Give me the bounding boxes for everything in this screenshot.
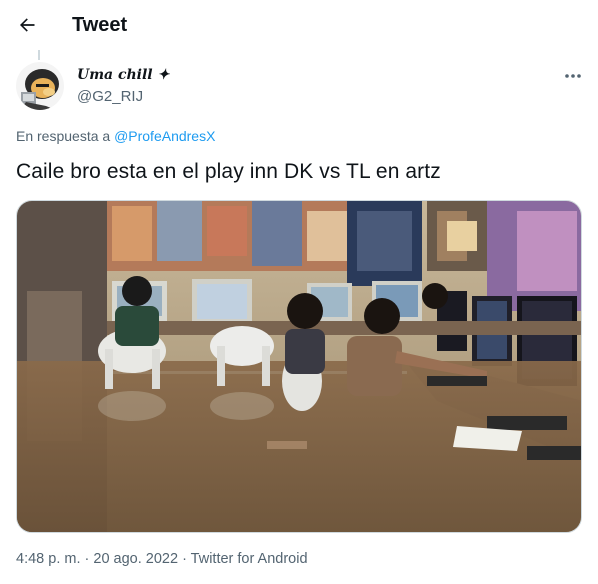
author-name-text: Uma chill — [77, 67, 153, 83]
reply-context: En respuesta a @ProfeAndresX — [16, 128, 215, 144]
more-dots-icon — [565, 74, 581, 78]
author-handle[interactable]: @G2_RIJ — [77, 88, 143, 105]
avatar[interactable] — [16, 62, 64, 110]
tweet-source-link[interactable]: Twitter for Android — [191, 551, 308, 567]
reply-prefix: En respuesta a — [16, 128, 111, 144]
back-button[interactable] — [14, 12, 40, 38]
avatar-image — [16, 62, 64, 110]
tweet-meta: 4:48 p. m. · 20 ago. 2022 · Twitter for … — [16, 551, 308, 567]
sparkle-icon: ✦ — [157, 67, 170, 83]
meta-separator: · — [178, 551, 191, 567]
meta-separator: · — [80, 551, 94, 567]
top-bar: Tweet — [0, 0, 598, 50]
author-display-name[interactable]: Uma chill ✦ — [77, 67, 169, 83]
tweet-photo[interactable] — [16, 200, 582, 533]
thread-connector — [38, 50, 40, 60]
page-title: Tweet — [72, 14, 128, 36]
arrow-left-icon — [20, 18, 35, 32]
photo-flooded-internet-cafe — [17, 201, 581, 532]
tweet-date[interactable]: 20 ago. 2022 — [93, 551, 178, 567]
more-options-button[interactable] — [560, 66, 586, 86]
reply-mention-link[interactable]: @ProfeAndresX — [114, 128, 215, 144]
tweet-text: Caile bro esta en el play inn DK vs TL e… — [16, 160, 441, 183]
tweet-time[interactable]: 4:48 p. m. — [16, 551, 80, 567]
